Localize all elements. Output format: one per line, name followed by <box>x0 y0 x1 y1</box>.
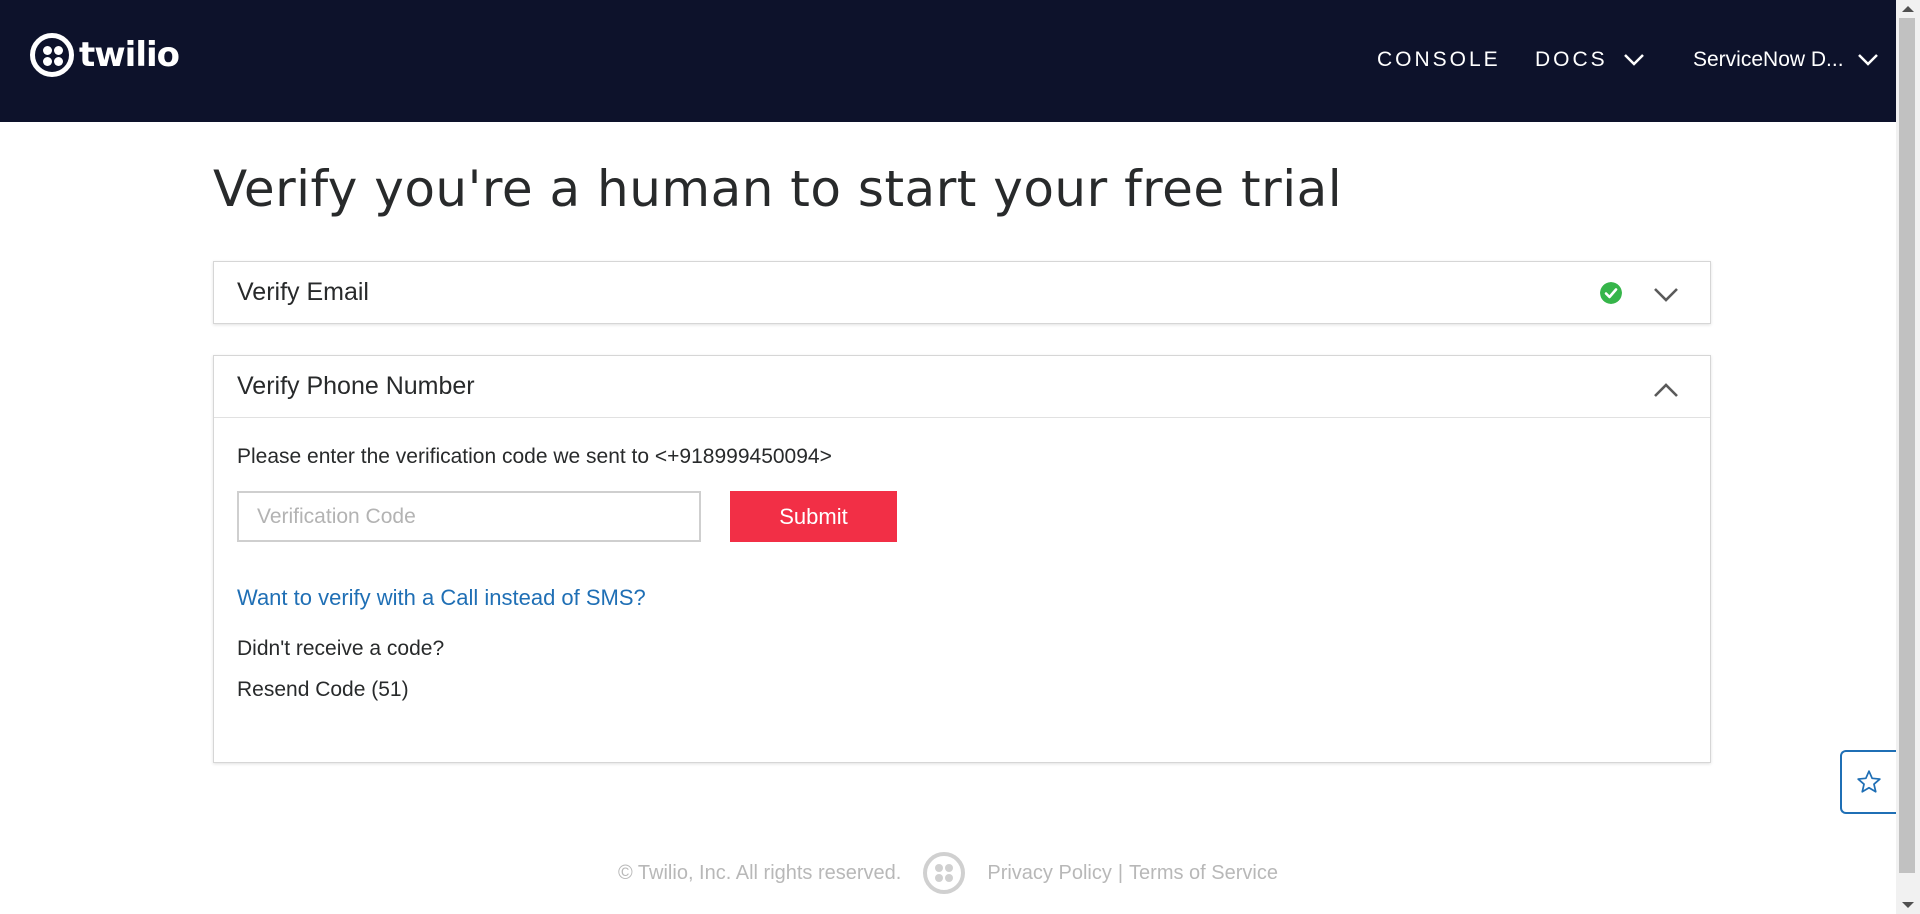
page-scrollbar[interactable] <box>1896 0 1920 914</box>
nav-docs-dropdown[interactable]: DOCS <box>1535 48 1644 72</box>
nav-docs-label: DOCS <box>1535 48 1608 71</box>
scroll-up-arrow-icon[interactable] <box>1902 6 1914 12</box>
copyright-text: © Twilio, Inc. All rights reserved. <box>618 861 902 884</box>
favorite-button[interactable] <box>1840 750 1896 814</box>
top-nav-bar: twilio CONSOLE DOCS ServiceNow D... <box>0 0 1896 122</box>
verify-phone-header[interactable]: Verify Phone Number <box>214 356 1710 418</box>
verify-email-panel: Verify Email <box>213 261 1711 324</box>
logo-text: twilio <box>79 35 180 75</box>
verify-email-title: Verify Email <box>237 278 369 306</box>
check-circle-icon <box>1600 282 1622 304</box>
nav-console-link[interactable]: CONSOLE <box>1377 48 1501 72</box>
verify-phone-title: Verify Phone Number <box>237 372 475 400</box>
verification-code-input[interactable] <box>237 491 701 542</box>
footer-separator: | <box>1117 861 1124 884</box>
verification-prompt: Please enter the verification code we se… <box>237 445 832 468</box>
submit-button[interactable]: Submit <box>730 491 897 542</box>
twilio-logo[interactable]: twilio <box>30 33 180 77</box>
nav-account-label: ServiceNow D... <box>1693 48 1844 71</box>
footer: © Twilio, Inc. All rights reserved. Priv… <box>0 852 1896 894</box>
verify-email-header[interactable]: Verify Email <box>214 262 1710 323</box>
privacy-policy-link[interactable]: Privacy Policy <box>987 862 1111 885</box>
twilio-logo-icon <box>923 852 966 894</box>
verify-by-call-link[interactable]: Want to verify with a Call instead of SM… <box>237 585 646 611</box>
chevron-down-icon[interactable] <box>1652 280 1680 308</box>
page: twilio CONSOLE DOCS ServiceNow D... Veri… <box>0 0 1920 914</box>
no-code-text: Didn't receive a code? <box>237 637 445 660</box>
scroll-down-arrow-icon[interactable] <box>1902 902 1914 908</box>
terms-of-service-link[interactable]: Terms of Service <box>1129 862 1278 885</box>
star-outline-icon <box>1857 770 1881 793</box>
scrollbar-thumb[interactable] <box>1899 18 1915 873</box>
nav-account-dropdown[interactable]: ServiceNow D... <box>1693 48 1878 72</box>
page-title: Verify you're a human to start your free… <box>213 160 1343 218</box>
chevron-up-icon[interactable] <box>1652 376 1680 404</box>
resend-code-countdown: Resend Code (51) <box>237 678 409 701</box>
chevron-down-icon <box>1857 54 1878 66</box>
verify-phone-panel: Verify Phone Number Please enter the ver… <box>213 355 1711 763</box>
nav-console-label: CONSOLE <box>1377 48 1501 71</box>
chevron-down-icon <box>1623 54 1644 66</box>
twilio-logo-icon <box>30 33 74 77</box>
